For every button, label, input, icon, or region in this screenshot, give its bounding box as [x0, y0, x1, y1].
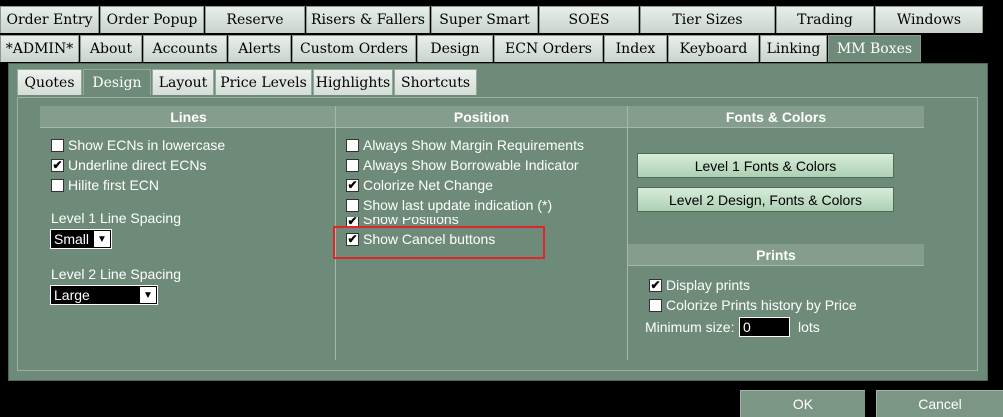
highlight-box	[333, 226, 545, 259]
minimum-size-input[interactable]: 0	[739, 317, 790, 337]
checkbox-label: Always Show Margin Requirements	[363, 137, 584, 153]
checkbox-box	[346, 138, 359, 152]
tab-order-popup[interactable]: Order Popup	[100, 6, 204, 33]
margin-requirements-checkbox[interactable]: Always Show Margin Requirements	[346, 137, 584, 153]
level2-spacing-label: Level 2 Line Spacing	[51, 266, 181, 282]
subtab-price-levels[interactable]: Price Levels	[215, 69, 312, 95]
checkbox-box	[346, 158, 359, 172]
tab-soes[interactable]: SOES	[539, 6, 639, 33]
subtab-quotes[interactable]: Quotes	[17, 69, 82, 95]
checkbox-label: Colorize Net Change	[363, 177, 493, 193]
tab-row-2: *ADMIN* About Accounts Alerts Custom Ord…	[0, 35, 922, 62]
tab-risers-fallers[interactable]: Risers & Fallers	[306, 6, 430, 33]
colorize-net-change-checkbox[interactable]: ✔ Colorize Net Change	[346, 177, 493, 193]
check-icon: ✔	[346, 178, 359, 192]
checkbox-label: Show last update indication (*)	[363, 197, 553, 213]
show-ecns-lowercase-checkbox[interactable]: Show ECNs in lowercase	[51, 137, 225, 153]
last-update-indication-checkbox[interactable]: Show last update indication (*)	[346, 197, 552, 213]
checkbox-box	[51, 138, 64, 152]
tab-reserve[interactable]: Reserve	[205, 6, 305, 33]
checkbox-box	[346, 198, 359, 212]
tab-tier-sizes[interactable]: Tier Sizes	[640, 6, 775, 33]
level1-spacing-label: Level 1 Line Spacing	[51, 210, 181, 226]
select-value: Small	[54, 231, 90, 247]
tab-row-1: Order Entry Order Popup Reserve Risers &…	[0, 6, 984, 33]
tab-keyboard[interactable]: Keyboard	[668, 35, 759, 62]
checkbox-label: Display prints	[666, 277, 751, 293]
tab-design[interactable]: Design	[417, 35, 493, 62]
fonts-colors-header: Fonts & Colors	[628, 106, 924, 128]
lines-header: Lines	[40, 106, 337, 128]
design-settings-area: Lines Show ECNs in lowercase ✔ Underline…	[17, 97, 978, 371]
level1-spacing-select[interactable]: Small ▼	[50, 229, 112, 249]
tab-mm-boxes[interactable]: MM Boxes	[828, 35, 921, 62]
checkbox-label: Always Show Borrowable Indicator	[363, 157, 579, 173]
checkbox-label: Underline direct ECNs	[68, 157, 207, 173]
tab-ecn-orders[interactable]: ECN Orders	[494, 35, 603, 62]
check-icon: ✔	[649, 278, 662, 292]
level2-spacing-select[interactable]: Large ▼	[50, 285, 158, 305]
subtab-layout[interactable]: Layout	[152, 69, 214, 95]
tab-alerts[interactable]: Alerts	[228, 35, 291, 62]
ok-button[interactable]: OK	[740, 390, 865, 417]
tab-windows[interactable]: Windows	[875, 6, 983, 33]
subtab-design[interactable]: Design	[83, 69, 151, 95]
hilite-first-ecn-checkbox[interactable]: Hilite first ECN	[51, 177, 159, 193]
checkbox-box	[51, 178, 64, 192]
tab-order-entry[interactable]: Order Entry	[0, 6, 99, 33]
borrowable-indicator-checkbox[interactable]: Always Show Borrowable Indicator	[346, 157, 579, 173]
checkbox-box	[649, 298, 662, 312]
check-icon: ✔	[51, 158, 64, 172]
checkbox-label: Hilite first ECN	[68, 177, 160, 193]
tab-about[interactable]: About	[80, 35, 142, 62]
tab-trading[interactable]: Trading	[776, 6, 874, 33]
select-value: Large	[54, 287, 90, 303]
tab-admin[interactable]: *ADMIN*	[0, 35, 79, 62]
tab-index[interactable]: Index	[604, 35, 667, 62]
subtab-highlights[interactable]: Highlights	[313, 69, 393, 95]
prints-header: Prints	[628, 244, 924, 266]
mm-boxes-panel: Quotes Design Layout Price Levels Highli…	[8, 63, 988, 381]
tab-linking[interactable]: Linking	[760, 35, 827, 62]
minimum-size-unit: lots	[798, 319, 820, 335]
checkbox-label: Colorize Prints history by Price	[666, 297, 857, 313]
subtab-shortcuts[interactable]: Shortcuts	[394, 69, 477, 95]
position-header: Position	[336, 106, 627, 128]
cancel-button[interactable]: Cancel	[876, 390, 1003, 417]
chevron-down-icon: ▼	[94, 231, 110, 247]
level2-design-fonts-colors-button[interactable]: Level 2 Design, Fonts & Colors	[637, 187, 894, 212]
display-prints-checkbox[interactable]: ✔ Display prints	[649, 277, 750, 293]
colorize-prints-checkbox[interactable]: Colorize Prints history by Price	[649, 297, 857, 313]
tab-custom-orders[interactable]: Custom Orders	[292, 35, 416, 62]
checkbox-label: Show ECNs in lowercase	[68, 137, 226, 153]
underline-direct-ecns-checkbox[interactable]: ✔ Underline direct ECNs	[51, 157, 207, 173]
tab-accounts[interactable]: Accounts	[143, 35, 227, 62]
tab-super-smart[interactable]: Super Smart	[431, 6, 538, 33]
minimum-size-label: Minimum size:	[645, 319, 735, 335]
level1-fonts-colors-button[interactable]: Level 1 Fonts & Colors	[637, 153, 894, 178]
subtab-row: Quotes Design Layout Price Levels Highli…	[17, 69, 478, 95]
chevron-down-icon: ▼	[140, 287, 156, 303]
